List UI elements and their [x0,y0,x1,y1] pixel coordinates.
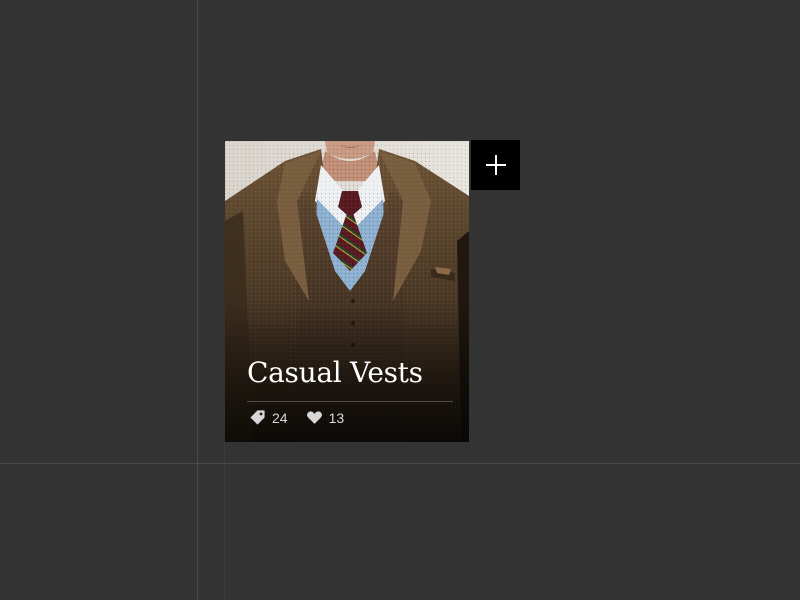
tag-icon [249,409,266,426]
card-title: Casual Vests [247,356,423,389]
card-stats: 24 13 [249,409,344,426]
tags-count: 24 [272,409,288,426]
guide-line-horizontal [0,463,800,464]
tags-stat: 24 [249,409,288,426]
canvas: Casual Vests 24 13 [0,0,800,600]
card-divider [247,401,453,402]
collection-card[interactable]: Casual Vests 24 13 [225,141,469,442]
plus-icon [485,155,506,175]
likes-count: 13 [328,409,345,426]
likes-stat: 13 [306,409,345,426]
guide-line-vertical [197,0,198,600]
guide-line-vertical-secondary [224,442,225,600]
heart-icon [306,409,323,426]
add-button[interactable] [471,140,520,190]
